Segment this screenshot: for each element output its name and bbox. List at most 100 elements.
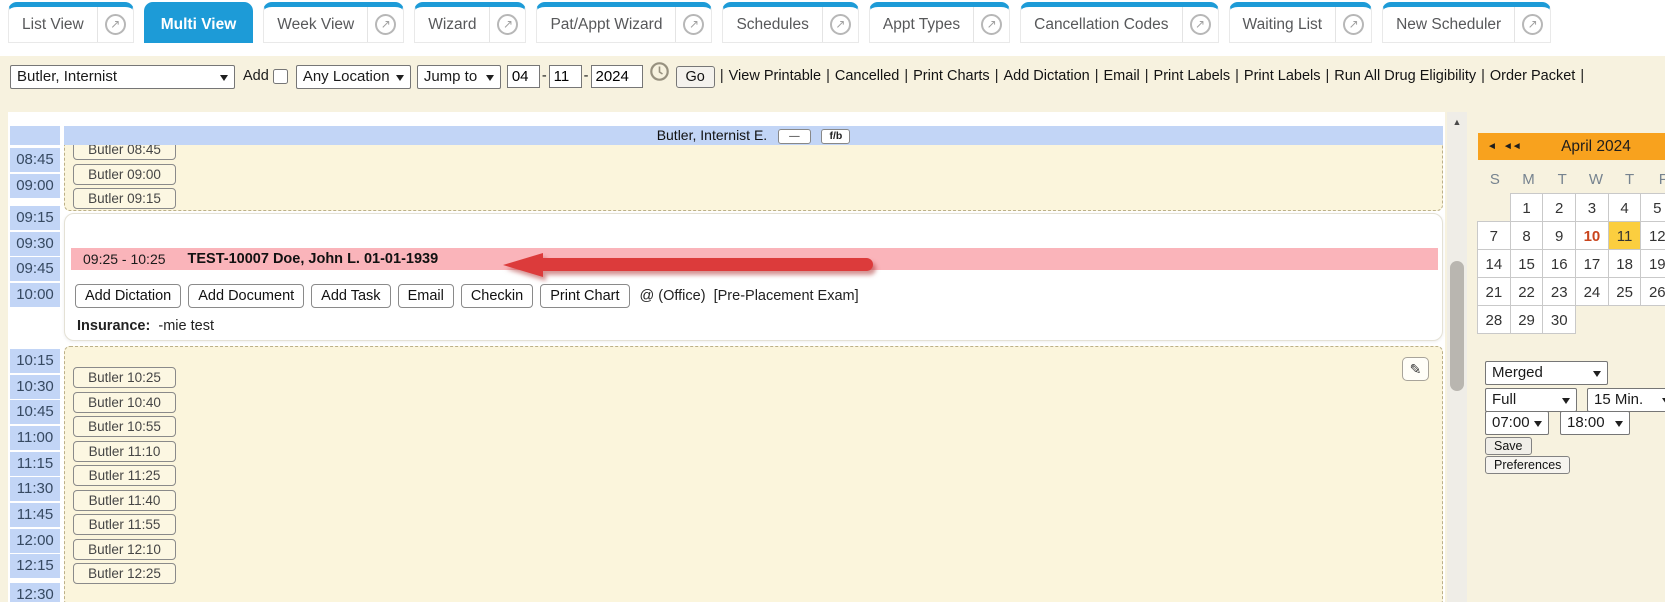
provider-header-link[interactable]: Butler, Internist E. (657, 127, 768, 143)
link-run-all-drug-eligibility[interactable]: Run All Drug Eligibility (1334, 68, 1476, 84)
calendar-day[interactable]: 21 (1477, 277, 1511, 306)
calendar-day[interactable] (1640, 305, 1665, 334)
print-chart-button[interactable]: Print Chart (540, 284, 629, 308)
jump-to-select[interactable]: Jump to (417, 65, 501, 89)
fb-button[interactable]: f/b (821, 129, 850, 144)
calendar-day[interactable]: 16 (1542, 249, 1576, 278)
link-print-labels-1[interactable]: Print Labels (1154, 68, 1231, 84)
calendar-day[interactable]: 29 (1510, 305, 1544, 334)
date-year-input[interactable] (591, 65, 643, 88)
scrollbar-thumb[interactable] (1450, 261, 1464, 391)
calendar-day[interactable]: 2 (1542, 193, 1576, 222)
link-view-printable[interactable]: View Printable (729, 68, 821, 84)
link-cancelled[interactable]: Cancelled (835, 68, 900, 84)
calendar-day[interactable] (1477, 193, 1511, 222)
calendar-day[interactable]: 22 (1510, 277, 1544, 306)
start-time-select[interactable]: 07:00 (1485, 411, 1549, 435)
popout-icon[interactable]: ↗ (97, 7, 133, 42)
calendar-day[interactable]: 15 (1510, 249, 1544, 278)
popout-icon[interactable]: ↗ (1182, 7, 1218, 42)
slot-button[interactable]: Butler 08:45 (73, 145, 176, 160)
popout-icon[interactable]: ↗ (489, 7, 525, 42)
minimize-column-button[interactable]: — (778, 129, 811, 144)
tab-week-view[interactable]: Week View ↗ (263, 2, 404, 43)
calendar-day[interactable]: 12 (1640, 221, 1665, 250)
edit-slots-icon[interactable]: ✎ (1402, 357, 1429, 381)
slot-button[interactable]: Butler 09:15 (73, 188, 176, 209)
popout-icon[interactable]: ↗ (973, 7, 1009, 42)
calendar-day[interactable]: 19 (1640, 249, 1665, 278)
slot-button[interactable]: Butler 11:25 (73, 465, 176, 486)
slot-button[interactable]: Butler 11:55 (73, 514, 176, 535)
popout-icon[interactable]: ↗ (822, 7, 858, 42)
checkin-button[interactable]: Checkin (461, 284, 533, 308)
popout-icon[interactable]: ↗ (1335, 7, 1371, 42)
add-document-button[interactable]: Add Document (188, 284, 304, 308)
date-day-input[interactable] (549, 65, 582, 88)
popout-icon[interactable]: ↗ (1514, 7, 1550, 42)
provider-select[interactable]: Butler, Internist (10, 65, 235, 89)
calendar-day[interactable]: 3 (1575, 193, 1609, 222)
calendar-day[interactable]: 17 (1575, 249, 1609, 278)
calendar-day[interactable]: 1 (1510, 193, 1544, 222)
clock-icon[interactable] (649, 61, 670, 92)
add-dictation-button[interactable]: Add Dictation (75, 284, 181, 308)
date-month-input[interactable] (507, 65, 540, 88)
calendar-day[interactable]: 24 (1575, 277, 1609, 306)
scroll-up-icon[interactable]: ▲ (1447, 112, 1467, 132)
save-button[interactable]: Save (1485, 437, 1532, 455)
tab-pat-appt-wizard[interactable]: Pat/Appt Wizard ↗ (536, 2, 712, 43)
calendar-day[interactable]: 18 (1608, 249, 1642, 278)
slot-button[interactable]: Butler 10:25 (73, 367, 176, 388)
calendar-day[interactable] (1575, 305, 1609, 334)
calendar-day[interactable]: 23 (1542, 277, 1576, 306)
tab-list-view[interactable]: List View ↗ (8, 2, 134, 43)
slot-button[interactable]: Butler 11:10 (73, 441, 176, 462)
add-task-button[interactable]: Add Task (311, 284, 390, 308)
tab-new-scheduler[interactable]: New Scheduler ↗ (1382, 2, 1551, 43)
add-checkbox[interactable] (273, 69, 288, 84)
calendar-day[interactable]: 4 (1608, 193, 1642, 222)
appointment-patient-link[interactable]: TEST-10007 Doe, John L. 01-01-1939 (188, 251, 439, 267)
popout-icon[interactable]: ↗ (367, 7, 403, 42)
calendar-day[interactable] (1608, 305, 1642, 334)
calendar-day[interactable]: 28 (1477, 305, 1511, 334)
link-email[interactable]: Email (1104, 68, 1140, 84)
email-button[interactable]: Email (398, 284, 454, 308)
appointment-time-link[interactable]: 09:25 - 10:25 (83, 251, 166, 267)
link-add-dictation[interactable]: Add Dictation (1003, 68, 1089, 84)
link-print-labels-2[interactable]: Print Labels (1244, 68, 1321, 84)
calendar-day[interactable]: 5 (1640, 193, 1665, 222)
link-order-packet[interactable]: Order Packet (1490, 68, 1575, 84)
calendar-day[interactable]: 8 (1510, 221, 1544, 250)
tab-waiting-list[interactable]: Waiting List ↗ (1229, 2, 1373, 43)
preferences-button[interactable]: Preferences (1485, 456, 1570, 474)
merged-view-select[interactable]: Merged (1485, 361, 1608, 385)
slot-button[interactable]: Butler 12:10 (73, 539, 176, 560)
location-select[interactable]: Any Location (296, 65, 411, 89)
end-time-select[interactable]: 18:00 (1560, 411, 1630, 435)
tab-appt-types[interactable]: Appt Types ↗ (869, 2, 1010, 43)
tab-multi-view[interactable]: Multi View (144, 2, 254, 43)
popout-icon[interactable]: ↗ (675, 7, 711, 42)
prev-month-icon[interactable]: ◄ (1487, 141, 1496, 152)
calendar-day[interactable]: 7 (1477, 221, 1511, 250)
interval-select[interactable]: 15 Min. (1587, 388, 1665, 412)
calendar-day-selected[interactable]: 11 (1608, 221, 1642, 250)
calendar-day[interactable]: 30 (1542, 305, 1576, 334)
go-button[interactable]: Go (676, 66, 715, 88)
calendar-day-today[interactable]: 10 (1575, 221, 1609, 250)
tab-wizard[interactable]: Wizard ↗ (414, 2, 526, 43)
slot-button[interactable]: Butler 12:25 (73, 563, 176, 584)
calendar-day[interactable]: 25 (1608, 277, 1642, 306)
slot-button[interactable]: Butler 10:40 (73, 392, 176, 413)
tab-schedules[interactable]: Schedules ↗ (722, 2, 858, 43)
slot-button[interactable]: Butler 11:40 (73, 490, 176, 511)
tab-cancellation-codes[interactable]: Cancellation Codes ↗ (1020, 2, 1218, 43)
calendar-day[interactable]: 9 (1542, 221, 1576, 250)
slot-button[interactable]: Butler 09:00 (73, 164, 176, 185)
slot-button[interactable]: Butler 10:55 (73, 416, 176, 437)
link-print-charts[interactable]: Print Charts (913, 68, 990, 84)
size-select[interactable]: Full (1485, 388, 1577, 412)
calendar-day[interactable]: 26 (1640, 277, 1665, 306)
